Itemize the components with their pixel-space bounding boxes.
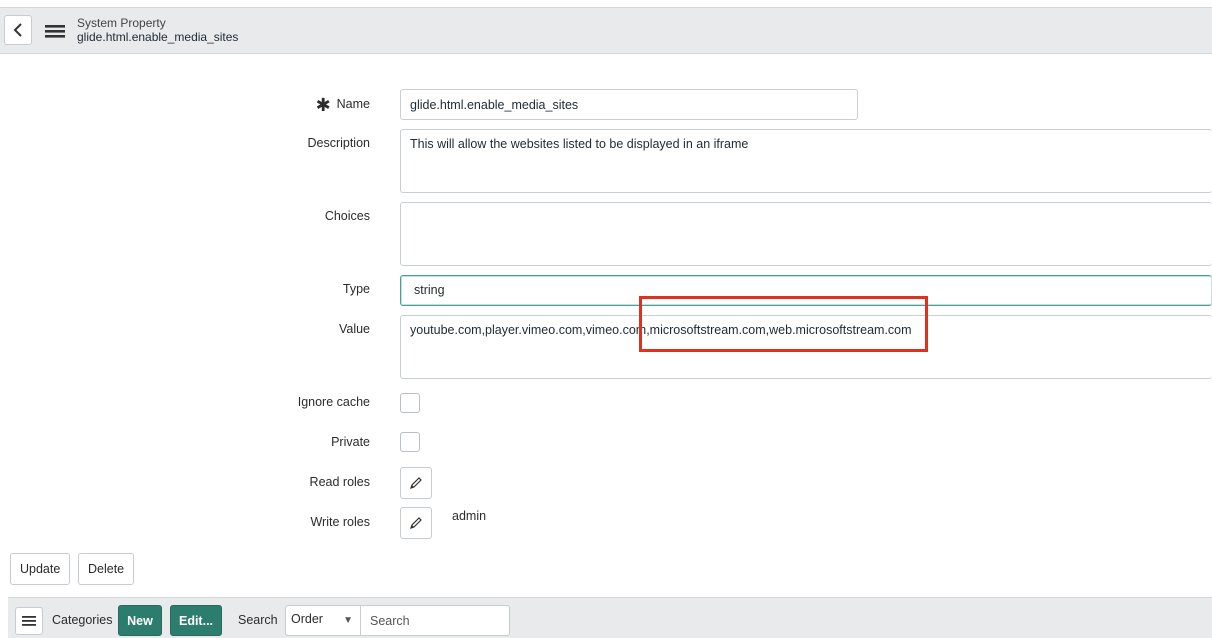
chevron-left-icon	[13, 23, 22, 37]
write-roles-edit-button[interactable]	[400, 507, 432, 539]
table-label: System Property	[77, 16, 166, 30]
search-field-select[interactable]: Order ▼	[285, 605, 361, 636]
new-button[interactable]: New	[118, 605, 162, 636]
value-label: Value	[338, 322, 370, 336]
type-field[interactable]: string	[400, 275, 1212, 306]
choices-field[interactable]	[400, 202, 1212, 266]
description-label: Description	[307, 136, 370, 150]
hamburger-icon	[22, 616, 36, 626]
context-menu-icon[interactable]	[44, 22, 66, 40]
read-roles-label: Read roles	[309, 475, 370, 489]
private-label: Private	[331, 435, 370, 449]
update-button[interactable]: Update	[10, 553, 71, 585]
write-roles-label: Write roles	[310, 515, 370, 529]
name-label: ✱ Name	[315, 95, 370, 115]
related-list-title: Categories	[52, 613, 113, 627]
ignore-cache-label: Ignore cache	[297, 395, 370, 409]
ignore-cache-checkbox[interactable]	[400, 393, 420, 413]
write-roles-value: admin	[452, 509, 487, 523]
pencil-icon	[410, 517, 422, 529]
pencil-icon	[410, 477, 422, 489]
form-header: System Property glide.html.enable_media_…	[0, 7, 1212, 54]
search-label: Search	[238, 613, 278, 627]
related-list-header: Categories New Edit... Search Order ▼	[8, 597, 1212, 638]
read-roles-edit-button[interactable]	[400, 467, 432, 499]
name-field[interactable]	[400, 89, 858, 120]
value-field[interactable]: youtube.com,player.vimeo.com,vimeo.com,m…	[400, 315, 1212, 379]
edit-button[interactable]: Edit...	[170, 605, 222, 636]
search-input[interactable]	[360, 605, 510, 636]
record-name: glide.html.enable_media_sites	[77, 30, 239, 44]
dropdown-caret-icon: ▼	[343, 615, 353, 626]
private-checkbox[interactable]	[400, 432, 420, 452]
back-button[interactable]	[4, 15, 32, 45]
hamburger-icon	[45, 25, 65, 38]
description-field[interactable]: This will allow the websites listed to b…	[400, 129, 1212, 193]
record-title: System Property glide.html.enable_media_…	[77, 16, 238, 44]
search-field-selected: Order	[291, 612, 323, 626]
mandatory-asterisk-icon: ✱	[315, 95, 331, 115]
related-list-menu-button[interactable]	[15, 607, 43, 635]
delete-button[interactable]: Delete	[78, 553, 135, 585]
choices-label: Choices	[324, 209, 370, 223]
type-label: Type	[342, 282, 370, 296]
